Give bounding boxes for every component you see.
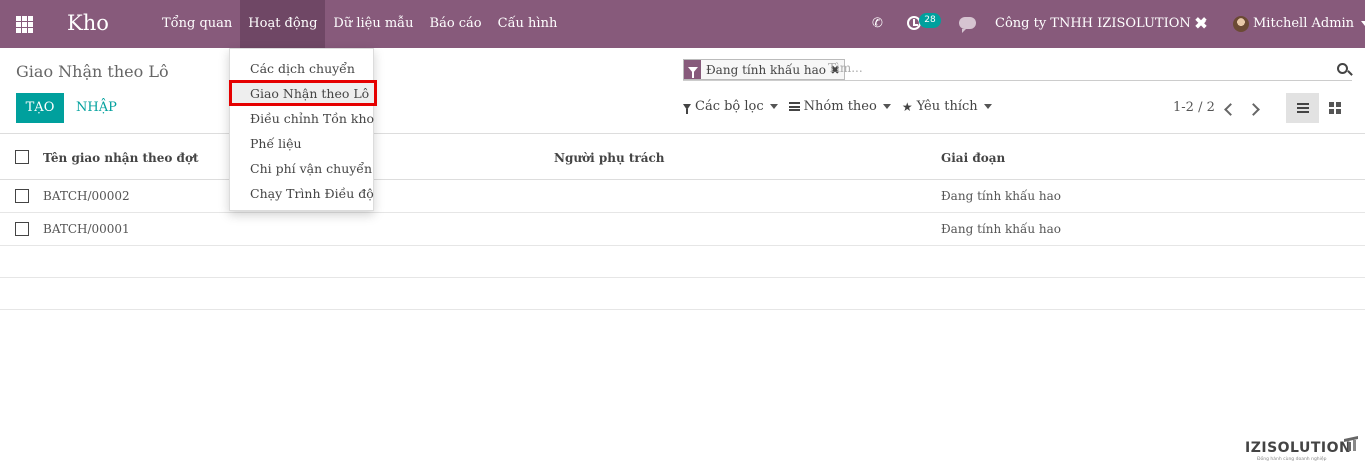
search-icon[interactable] [1337, 63, 1348, 74]
chat-bubble-icon[interactable] [959, 17, 976, 33]
debug-tools-icon[interactable]: ✖ [1193, 16, 1209, 33]
operations-dropdown: Các dịch chuyển Giao Nhận theo Lô Điều c… [229, 48, 375, 211]
table-row[interactable]: BATCH/00001 Đang tính khấu hao [0, 213, 1365, 246]
menu-reporting[interactable]: Báo cáo [422, 0, 490, 48]
kanban-view-button[interactable] [1320, 93, 1353, 123]
table-header: Tên giao nhận theo đợt Người phụ trách G… [0, 133, 1365, 180]
dropdown-item-batch-transfers[interactable]: Giao Nhận theo Lô [230, 81, 375, 106]
row-checkbox[interactable] [15, 222, 29, 236]
table-row[interactable]: BATCH/00002 Đang tính khấu hao [0, 180, 1365, 213]
avatar[interactable] [1233, 16, 1249, 32]
logo-tagline: Đồng hành cùng doanh nghiệp [1257, 457, 1327, 462]
pager-value[interactable]: 1-2 / 2 [1173, 100, 1215, 115]
search-input[interactable] [828, 61, 1308, 75]
empty-row [0, 246, 1365, 278]
company-switcher[interactable]: Công ty TNHH IZISOLUTION [995, 16, 1206, 31]
facet-label: Đang tính khấu hao [706, 62, 826, 77]
dropdown-item-scrap[interactable]: Phế liệu [230, 131, 375, 156]
app-brand[interactable]: Kho [67, 11, 109, 35]
bars-icon [788, 102, 800, 111]
main-menu: Tổng quan Hoạt động Dữ liệu mẫu Báo cáo … [154, 0, 565, 48]
filter-icon [683, 103, 691, 114]
filter-icon [684, 60, 701, 79]
menu-overview[interactable]: Tổng quan [154, 0, 240, 48]
top-navbar: Kho Tổng quan Hoạt động Dữ liệu mẫu Báo … [0, 0, 1365, 48]
dropdown-item-run-scheduler[interactable]: Chạy Trình Điều độ [230, 181, 375, 206]
dropdown-item-transfers[interactable]: Các dịch chuyển [230, 56, 375, 81]
favorites-label: Yêu thích [916, 99, 978, 114]
logo-mark-icon [1344, 436, 1358, 451]
list-table: Tên giao nhận theo đợt Người phụ trách G… [0, 133, 1365, 310]
row-name: BATCH/00002 [43, 189, 130, 203]
breadcrumb: Giao Nhận theo Lô [16, 62, 169, 81]
phone-icon[interactable]: ✆ [872, 16, 888, 32]
row-stage: Đang tính khấu hao [941, 189, 1061, 203]
row-name: BATCH/00001 [43, 222, 130, 236]
star-icon: ★ [901, 99, 913, 114]
column-header-name[interactable]: Tên giao nhận theo đợt [43, 151, 199, 165]
column-header-responsible[interactable]: Người phụ trách [554, 151, 665, 165]
activity-count-badge: 28 [919, 13, 941, 28]
group-by-dropdown[interactable]: Nhóm theo [788, 99, 891, 114]
favorites-dropdown[interactable]: ★ Yêu thích [902, 99, 992, 114]
filters-label: Các bộ lọc [695, 99, 764, 114]
search-options: Các bộ lọc Nhóm theo ★ Yêu thích [683, 99, 1003, 114]
menu-operations[interactable]: Hoạt động [240, 0, 326, 48]
group-by-label: Nhóm theo [803, 99, 877, 114]
chevron-left-icon[interactable] [1221, 101, 1235, 117]
chevron-down-icon [983, 104, 992, 109]
user-menu[interactable]: Mitchell Admin [1253, 16, 1365, 31]
chevron-down-icon [882, 104, 891, 109]
apps-grid-icon[interactable] [16, 16, 33, 33]
empty-row [0, 278, 1365, 310]
search-facet: Đang tính khấu hao ✖ [683, 59, 846, 80]
import-button[interactable]: NHẬP [76, 93, 117, 123]
dropdown-item-inventory-adjustments[interactable]: Điều chỉnh Tồn kho [230, 106, 375, 131]
list-view-button[interactable] [1286, 93, 1319, 123]
user-name: Mitchell Admin [1253, 16, 1355, 31]
menu-master-data[interactable]: Dữ liệu mẫu [325, 0, 421, 48]
chevron-down-icon [1361, 21, 1365, 26]
row-checkbox[interactable] [15, 189, 29, 203]
chevron-right-icon[interactable] [1248, 101, 1262, 117]
izisolution-logo: IZISOLUTION Đồng hành cùng doanh nghiệp [1245, 436, 1358, 466]
create-button[interactable]: TẠO [16, 93, 64, 123]
company-name: Công ty TNHH IZISOLUTION [995, 16, 1191, 31]
select-all-checkbox[interactable] [15, 150, 29, 164]
menu-configuration[interactable]: Cấu hình [490, 0, 566, 48]
logo-name: IZISOLUTION [1245, 440, 1352, 456]
column-header-stage[interactable]: Giai đoạn [941, 151, 1005, 165]
search-bar: Đang tính khấu hao ✖ [683, 59, 1352, 81]
dropdown-item-landed-costs[interactable]: Chi phí vận chuyển [230, 156, 375, 181]
filters-dropdown[interactable]: Các bộ lọc [683, 99, 778, 114]
chevron-down-icon [769, 104, 778, 109]
row-stage: Đang tính khấu hao [941, 222, 1061, 236]
